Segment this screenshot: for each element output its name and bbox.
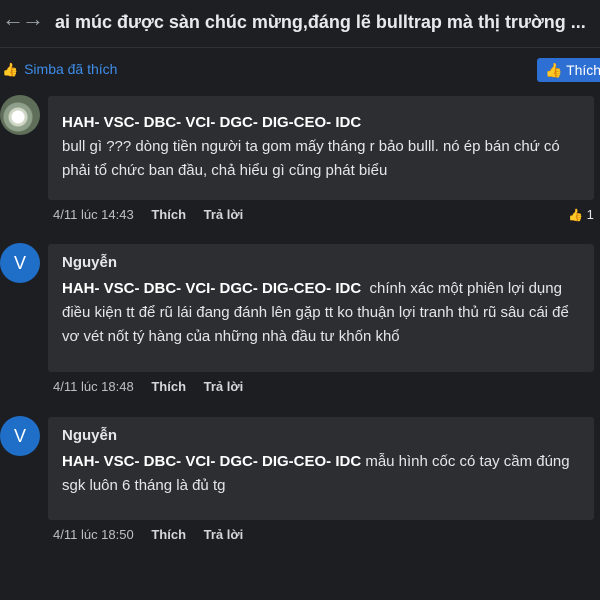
comment-body: HAH- VSC- DBC- VCI- DGC- DIG-CEO- IDC mẫ… xyxy=(62,450,580,498)
comment-body: HAH- VSC- DBC- VCI- DGC- DIG-CEO- IDC ch… xyxy=(62,277,580,349)
comment-like-link[interactable]: Thích xyxy=(151,207,186,222)
comment-meta: 4/11 lúc 18:50 Thích Trả lời xyxy=(53,527,257,545)
comment-timestamp[interactable]: 4/11 lúc 18:50 xyxy=(53,527,134,542)
comment-meta: 4/11 lúc 14:43 Thích Trả lời xyxy=(53,207,257,225)
like-button[interactable]: 👍 Thích xyxy=(537,58,600,82)
avatar[interactable]: V xyxy=(0,243,40,283)
likes-summary[interactable]: 👍 Simba đã thích xyxy=(2,61,117,78)
likes-summary-text: Simba đã thích xyxy=(24,61,118,77)
avatar[interactable]: V xyxy=(0,416,40,456)
like-button-label: Thích xyxy=(566,62,600,78)
comment-tag[interactable]: HAH- VSC- DBC- VCI- DGC- DIG-CEO- IDC xyxy=(62,453,361,470)
back-arrow-icon[interactable]: ← xyxy=(2,6,24,32)
comment-author[interactable]: Nguyễn xyxy=(62,254,580,271)
reaction-count[interactable]: 👍 1 xyxy=(568,207,594,222)
likes-row: 👍 Simba đã thích 👍 Thích xyxy=(0,58,600,82)
comment-author[interactable]: Nguyễn xyxy=(62,427,580,444)
comment-like-link[interactable]: Thích xyxy=(151,379,186,394)
thread-header: ← → ai múc được sàn chúc mừng,đáng lẽ bu… xyxy=(0,0,600,48)
forward-arrow-icon[interactable]: → xyxy=(22,6,44,32)
avatar[interactable] xyxy=(0,95,40,135)
comment-reply-link[interactable]: Trả lời xyxy=(204,527,244,542)
comment-bubble: Nguyễn HAH- VSC- DBC- VCI- DGC- DIG-CEO-… xyxy=(48,417,594,520)
comment-timestamp[interactable]: 4/11 lúc 18:48 xyxy=(53,379,134,394)
comment-text: bull gì ??? dòng tiền người ta gom mấy t… xyxy=(62,138,560,179)
thumbs-up-icon: 👍 xyxy=(568,208,583,222)
comment-tag[interactable]: HAH- VSC- DBC- VCI- DGC- DIG-CEO- IDC xyxy=(62,280,361,297)
comment-reply-link[interactable]: Trả lời xyxy=(204,379,244,394)
thread-title[interactable]: ai múc được sàn chúc mừng,đáng lẽ bulltr… xyxy=(55,12,586,33)
comment-bubble: HAH- VSC- DBC- VCI- DGC- DIG-CEO- IDC bu… xyxy=(48,96,594,200)
comment-timestamp[interactable]: 4/11 lúc 14:43 xyxy=(53,207,134,222)
reaction-count-value: 1 xyxy=(586,207,594,222)
comment-like-link[interactable]: Thích xyxy=(151,527,186,542)
comment-tag[interactable]: HAH- VSC- DBC- VCI- DGC- DIG-CEO- IDC xyxy=(62,114,580,131)
thumbs-up-icon: 👍 xyxy=(545,62,563,78)
comment-bubble: Nguyễn HAH- VSC- DBC- VCI- DGC- DIG-CEO-… xyxy=(48,244,594,372)
thumbs-up-icon: 👍 xyxy=(2,62,19,77)
comment-reply-link[interactable]: Trả lời xyxy=(204,207,244,222)
comment-meta: 4/11 lúc 18:48 Thích Trả lời xyxy=(53,379,257,397)
